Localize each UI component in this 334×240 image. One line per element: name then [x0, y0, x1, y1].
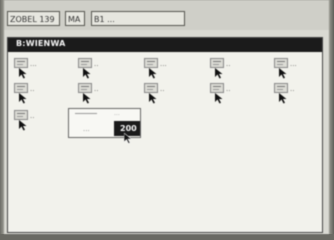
- pointer-cursor-icon: [19, 120, 27, 131]
- file-item[interactable]: ..: [210, 58, 254, 80]
- file-item[interactable]: ..: [14, 83, 58, 105]
- file-icon: [274, 58, 288, 68]
- file-label: ..: [226, 60, 231, 68]
- monitor-bezel-bottom: [0, 234, 334, 240]
- file-icon: [14, 58, 28, 68]
- file-icon: [210, 83, 224, 93]
- file-label: ..: [30, 85, 35, 93]
- file-item[interactable]: ...: [14, 58, 58, 80]
- menu-item-ma[interactable]: MA: [65, 11, 85, 26]
- pointer-cursor-icon: [215, 93, 223, 104]
- pointer-cursor-icon: [124, 133, 133, 144]
- file-icon: [14, 83, 28, 93]
- file-item[interactable]: ..: [78, 58, 122, 80]
- pointer-cursor-icon: [83, 93, 91, 104]
- file-item[interactable]: ..: [78, 83, 122, 105]
- file-item[interactable]: ...: [274, 58, 318, 80]
- file-label: ...: [30, 60, 37, 68]
- divider: [75, 113, 97, 114]
- directory-window: B:WIENWA ... .. ... .. ... .. .. .. .. .…: [7, 37, 323, 233]
- file-icon: [78, 83, 92, 93]
- window-title: B:WIENWA: [16, 39, 66, 48]
- file-icon: [14, 110, 28, 120]
- pointer-cursor-icon: [19, 68, 27, 79]
- file-label: ..: [94, 60, 99, 68]
- pointer-cursor-icon: [83, 68, 91, 79]
- file-item[interactable]: ...: [144, 58, 188, 80]
- value-popup: ... ... 200: [68, 108, 141, 144]
- file-label: ..: [94, 85, 99, 93]
- file-icon: [144, 58, 158, 68]
- file-icon: [274, 83, 288, 93]
- file-item[interactable]: ..: [210, 83, 254, 105]
- menu-item-path[interactable]: B1 ...: [91, 11, 185, 26]
- file-label: ..: [30, 112, 35, 120]
- file-label: ..: [290, 85, 295, 93]
- file-item[interactable]: ..: [14, 110, 58, 132]
- file-label: ..: [160, 85, 165, 93]
- file-item[interactable]: ..: [274, 83, 318, 105]
- pointer-cursor-icon: [279, 93, 287, 104]
- pointer-cursor-icon: [149, 93, 157, 104]
- monitor-bezel-right: [329, 0, 334, 240]
- file-icon: [210, 58, 224, 68]
- screen: ZOBEL 139 MA B1 ... B:WIENWA ... .. ... …: [4, 0, 329, 234]
- pointer-cursor-icon: [149, 68, 157, 79]
- pointer-cursor-icon: [215, 68, 223, 79]
- file-item[interactable]: ..: [144, 83, 188, 105]
- file-label: ...: [160, 60, 167, 68]
- file-label: ..: [226, 85, 231, 93]
- pointer-cursor-icon: [19, 93, 27, 104]
- pointer-cursor-icon: [279, 68, 287, 79]
- file-label: ...: [290, 60, 297, 68]
- menu-bar: ZOBEL 139 MA B1 ...: [4, 0, 329, 30]
- menu-item-drive[interactable]: ZOBEL 139: [7, 11, 60, 26]
- file-icon: [78, 58, 92, 68]
- popup-input[interactable]: ...: [73, 122, 113, 136]
- popup-hint: ...: [114, 110, 120, 117]
- file-icon: [144, 83, 158, 93]
- window-titlebar[interactable]: B:WIENWA: [8, 38, 322, 52]
